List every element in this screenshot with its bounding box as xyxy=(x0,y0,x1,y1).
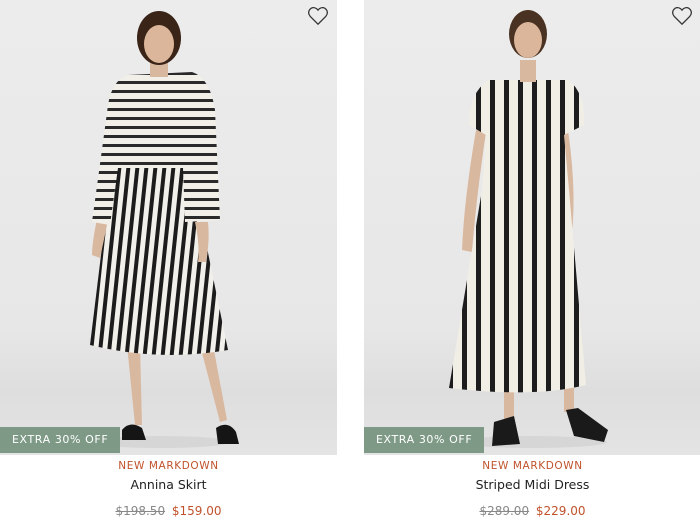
heart-icon[interactable] xyxy=(671,6,693,26)
price-row: $198.50 $159.00 xyxy=(0,503,337,519)
product-card[interactable]: EXTRA 30% OFF NEW MARKDOWN Annina Skirt … xyxy=(0,0,337,525)
model-photo xyxy=(90,11,239,448)
product-name[interactable]: Annina Skirt xyxy=(0,477,337,493)
promo-badge: EXTRA 30% OFF xyxy=(364,427,485,453)
product-grid: EXTRA 30% OFF NEW MARKDOWN Annina Skirt … xyxy=(0,0,700,525)
product-info: NEW MARKDOWN Striped Midi Dress $289.00 … xyxy=(364,455,700,519)
model-photo xyxy=(449,10,608,448)
heart-icon[interactable] xyxy=(307,6,329,26)
markdown-tag: NEW MARKDOWN xyxy=(118,460,219,472)
original-price: $198.50 xyxy=(115,504,166,518)
promo-badge: EXTRA 30% OFF xyxy=(0,427,121,453)
price-row: $289.00 $229.00 xyxy=(364,503,700,519)
sale-price: $229.00 xyxy=(535,504,586,518)
product-name[interactable]: Striped Midi Dress xyxy=(364,477,700,493)
sale-price: $159.00 xyxy=(171,504,222,518)
product-image[interactable]: EXTRA 30% OFF xyxy=(364,0,700,455)
product-info: NEW MARKDOWN Annina Skirt $198.50 $159.0… xyxy=(0,455,337,519)
original-price: $289.00 xyxy=(479,504,530,518)
product-card[interactable]: EXTRA 30% OFF NEW MARKDOWN Striped Midi … xyxy=(364,0,700,525)
markdown-tag: NEW MARKDOWN xyxy=(482,460,583,472)
product-image[interactable]: EXTRA 30% OFF xyxy=(0,0,337,455)
